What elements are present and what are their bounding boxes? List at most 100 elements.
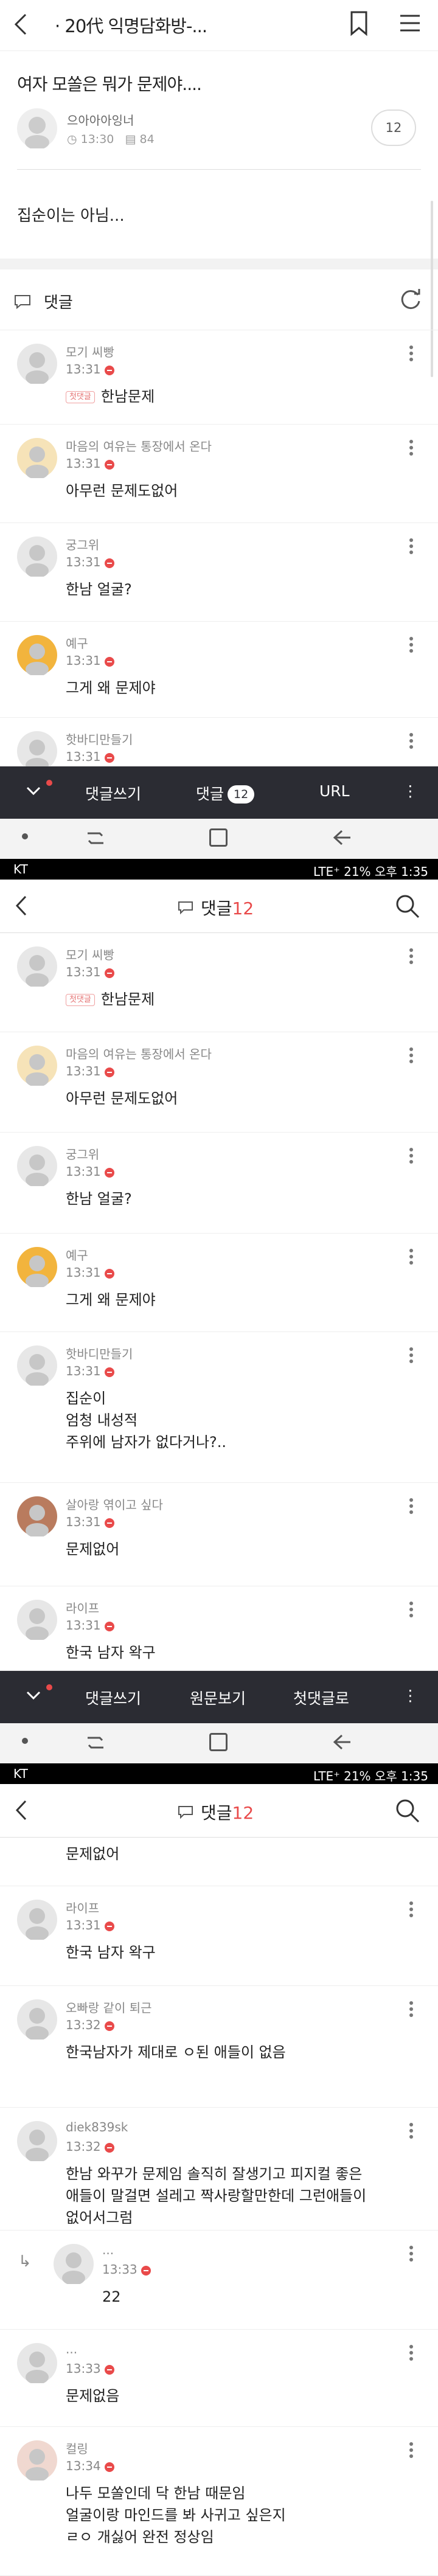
comment-item[interactable]: 궁그위 13:31 한남 얼굴? — [0, 523, 438, 622]
more-vertical-icon[interactable] — [409, 636, 414, 656]
comment-item[interactable]: 모기 씨빵 13:31 첫댓글 한남문제 — [0, 933, 438, 1032]
comment-nickname[interactable]: ... — [66, 2342, 77, 2356]
more-vertical-icon[interactable] — [409, 2344, 414, 2364]
avatar[interactable] — [17, 635, 57, 676]
avatar[interactable] — [17, 438, 57, 479]
comment-item[interactable]: 핫바디만들기 13:31 집순이 엄청 내성적 주위에 남자가 없다거나?.. — [0, 1332, 438, 1483]
more-vertical-icon[interactable] — [409, 1901, 414, 1920]
nav-dot-icon[interactable] — [22, 1738, 28, 1744]
more-vertical-icon[interactable] — [409, 1248, 414, 1268]
comment-item[interactable]: 예구 13:31 그게 왜 문제야 — [0, 622, 438, 718]
write-comment-button[interactable]: 댓글쓰기 — [85, 1687, 141, 1709]
avatar[interactable] — [17, 344, 57, 385]
back-arrow-icon[interactable] — [12, 12, 29, 36]
nav-dot-icon[interactable] — [22, 833, 28, 839]
recent-apps-icon[interactable] — [85, 1734, 106, 1754]
more-vertical-icon[interactable] — [409, 1601, 414, 1620]
reply-comment-item[interactable]: ↳... 13:33 22 — [0, 2231, 438, 2330]
comment-nickname[interactable]: 궁그위 — [66, 1145, 99, 1162]
avatar[interactable] — [17, 1900, 57, 1941]
comment-item[interactable]: 모기 씨빵 13:31 첫댓글 한남문제 — [0, 330, 438, 425]
comment-nickname[interactable]: ... — [102, 2243, 114, 2257]
avatar[interactable] — [17, 2440, 57, 2482]
back-arrow-icon[interactable] — [13, 1799, 29, 1824]
avatar[interactable] — [17, 1247, 57, 1288]
comment-nickname[interactable]: 컬링 — [66, 2439, 88, 2457]
more-vertical-icon[interactable] — [409, 1498, 414, 1517]
back-nav-icon[interactable] — [332, 828, 353, 849]
home-icon[interactable] — [209, 1733, 228, 1751]
home-icon[interactable] — [209, 828, 228, 847]
avatar[interactable] — [17, 1046, 57, 1087]
avatar[interactable] — [17, 946, 57, 988]
more-vertical-icon[interactable]: ⋮ — [403, 1687, 418, 1704]
first-comment-button[interactable]: 첫댓글로 — [293, 1687, 349, 1709]
more-vertical-icon[interactable] — [409, 1347, 414, 1366]
comment-nickname[interactable]: 마음의 여유는 통장에서 온다 — [66, 437, 212, 454]
more-vertical-icon[interactable] — [409, 948, 414, 967]
avatar[interactable] — [17, 2121, 57, 2162]
avatar[interactable] — [17, 1999, 57, 2041]
view-original-button[interactable]: 원문보기 — [190, 1687, 246, 1709]
comment-item[interactable]: 예구 13:31 그게 왜 문제야 — [0, 1234, 438, 1332]
comment-nickname[interactable]: 모기 씨빵 — [66, 945, 114, 963]
search-icon[interactable] — [394, 893, 421, 922]
comment-nickname[interactable]: diek839sk — [66, 2120, 128, 2134]
comment-item[interactable]: 궁그위 13:31 한남 얼굴? — [0, 1133, 438, 1234]
comment-nickname[interactable]: 마음의 여유는 통장에서 온다 — [66, 1044, 212, 1062]
comment-text-value: 한국남자가 제대로 ㅇ된 애들이 없음 — [66, 2044, 286, 2061]
more-vertical-icon[interactable] — [409, 732, 414, 752]
more-vertical-icon[interactable] — [409, 2245, 414, 2265]
comment-item[interactable]: 라이프 13:31 한국 남자 왁구 — [0, 1886, 438, 1986]
comment-item[interactable]: 오빠랑 같이 퇴근 13:32 한국남자가 제대로 ㅇ된 애들이 없음 — [0, 1986, 438, 2108]
comment-nickname[interactable]: 핫바디만들기 — [66, 1344, 133, 1362]
comment-item[interactable]: 컬링 13:34 나두 모쏠인데 닥 한남 때문임 얼굴이랑 마인드를 봐 사귀고 싶… — [0, 2427, 438, 2576]
more-vertical-icon[interactable] — [409, 2442, 414, 2461]
comment-nickname[interactable]: 예구 — [66, 634, 88, 651]
avatar[interactable] — [17, 1600, 57, 1641]
comment-nickname[interactable]: 살아랑 엮이고 싶다 — [66, 1495, 163, 1513]
refresh-icon[interactable] — [398, 288, 423, 314]
avatar[interactable] — [17, 1345, 57, 1387]
more-vertical-icon[interactable] — [409, 1147, 414, 1167]
avatar[interactable] — [17, 536, 57, 578]
back-arrow-icon[interactable] — [13, 894, 29, 920]
comment-nickname[interactable]: 궁그위 — [66, 535, 99, 553]
avatar[interactable] — [17, 2343, 57, 2384]
more-vertical-icon[interactable] — [409, 345, 414, 364]
chevron-down-icon[interactable] — [26, 1689, 41, 1704]
avatar[interactable] — [54, 2244, 94, 2285]
back-nav-icon[interactable] — [332, 1733, 353, 1754]
more-vertical-icon[interactable] — [409, 1047, 414, 1066]
more-vertical-icon[interactable] — [409, 538, 414, 557]
menu-icon[interactable] — [398, 12, 422, 34]
comment-nickname[interactable]: 라이프 — [66, 1599, 99, 1616]
comment-item[interactable]: 마음의 여유는 통장에서 온다 13:31 아무런 문제도없어 — [0, 1032, 438, 1133]
write-comment-button[interactable]: 댓글쓰기 — [85, 782, 141, 804]
url-button[interactable]: URL — [319, 782, 350, 800]
comment-nickname[interactable]: 오빠랑 같이 퇴근 — [66, 1998, 152, 2016]
comment-nickname[interactable]: 라이프 — [66, 1898, 99, 1916]
more-vertical-icon[interactable]: ⋮ — [403, 782, 418, 800]
avatar[interactable] — [17, 1496, 57, 1538]
comment-item[interactable]: 라이프 13:31 한국 남자 왁구 — [0, 1586, 438, 1671]
more-vertical-icon[interactable] — [409, 2122, 414, 2142]
comment-nickname[interactable]: 예구 — [66, 1246, 88, 1263]
recent-apps-icon[interactable] — [85, 830, 106, 849]
more-vertical-icon[interactable] — [409, 439, 414, 459]
bookmark-icon[interactable] — [349, 10, 369, 36]
search-icon[interactable] — [394, 1797, 421, 1827]
chevron-down-icon[interactable] — [26, 785, 41, 799]
comment-count-badge[interactable]: 12 — [371, 109, 416, 146]
comments-button[interactable]: 댓글 12 — [196, 782, 255, 804]
comment-item[interactable]: diek839sk 13:32 한남 와꾸가 문제임 솔직히 잘생기고 피지컬 좋은… — [0, 2108, 438, 2231]
avatar[interactable] — [17, 1146, 57, 1187]
comment-item[interactable]: ... 13:33 문제없음 — [0, 2330, 438, 2427]
comment-item[interactable]: 살아랑 엮이고 싶다 13:31 문제없어 — [0, 1483, 438, 1586]
comment-nickname[interactable]: 핫바디만들기 — [66, 730, 133, 748]
avatar[interactable] — [17, 731, 57, 772]
more-vertical-icon[interactable] — [409, 2001, 414, 2020]
comment-item[interactable]: 핫바디만들기 13:31 — [0, 718, 438, 772]
comment-nickname[interactable]: 모기 씨빵 — [66, 342, 114, 360]
comment-item[interactable]: 마음의 여유는 통장에서 온다 13:31 아무런 문제도없어 — [0, 425, 438, 523]
